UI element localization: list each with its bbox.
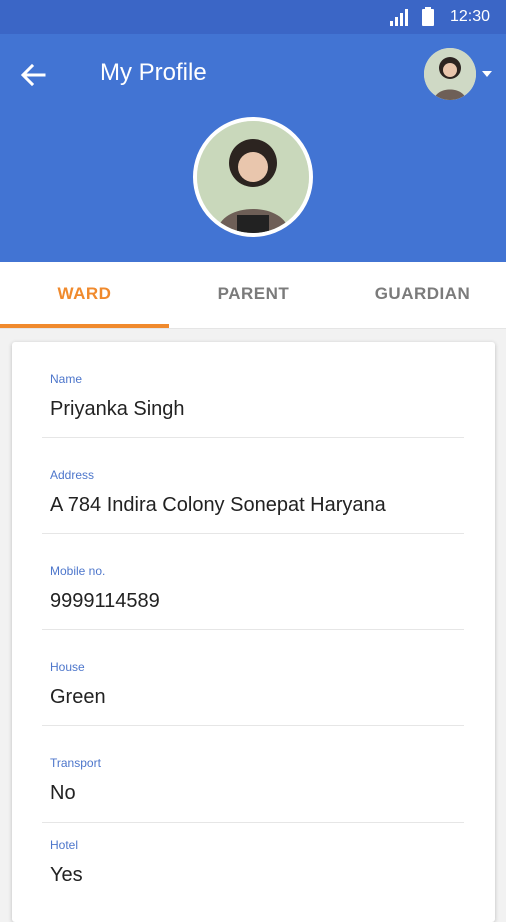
field-value: 9999114589 xyxy=(50,590,160,612)
field-value: Green xyxy=(50,686,106,708)
field-label: House xyxy=(50,660,85,674)
avatar[interactable] xyxy=(424,48,476,100)
caret-down-icon[interactable] xyxy=(482,70,492,78)
field-hotel: Hotel Yes xyxy=(42,808,464,904)
profile-photo xyxy=(193,117,313,237)
tab-indicator xyxy=(0,324,169,328)
field-value: Priyanka Singh xyxy=(50,398,185,420)
field-value: No xyxy=(50,782,76,804)
status-bar: 12:30 xyxy=(0,0,506,34)
status-time: 12:30 xyxy=(449,8,490,25)
battery-icon xyxy=(422,7,434,26)
field-label: Mobile no. xyxy=(50,564,106,578)
tab-guardian[interactable]: GUARDIAN xyxy=(338,262,506,328)
tab-bar: WARD PARENT GUARDIAN xyxy=(0,262,506,329)
tab-parent[interactable]: PARENT xyxy=(169,262,338,328)
field-name: Name Priyanka Singh xyxy=(42,342,464,438)
field-value: A 784 Indira Colony Sonepat Haryana xyxy=(50,494,386,516)
arrow-left-icon[interactable] xyxy=(18,60,48,90)
app-bar: My Profile xyxy=(0,34,506,262)
field-label: Transport xyxy=(50,756,101,770)
tab-ward[interactable]: WARD xyxy=(0,262,169,328)
profile-card: Name Priyanka Singh Address A 784 Indira… xyxy=(12,342,495,922)
field-label: Name xyxy=(50,372,83,386)
field-label: Hotel xyxy=(50,838,79,852)
page-title: My Profile xyxy=(100,59,207,86)
field-house: House Green xyxy=(42,630,464,726)
signal-icon xyxy=(390,9,408,26)
field-address: Address A 784 Indira Colony Sonepat Hary… xyxy=(42,438,464,534)
field-mobile: Mobile no. 9999114589 xyxy=(42,534,464,630)
field-value: Yes xyxy=(50,864,83,886)
field-label: Address xyxy=(50,468,95,482)
